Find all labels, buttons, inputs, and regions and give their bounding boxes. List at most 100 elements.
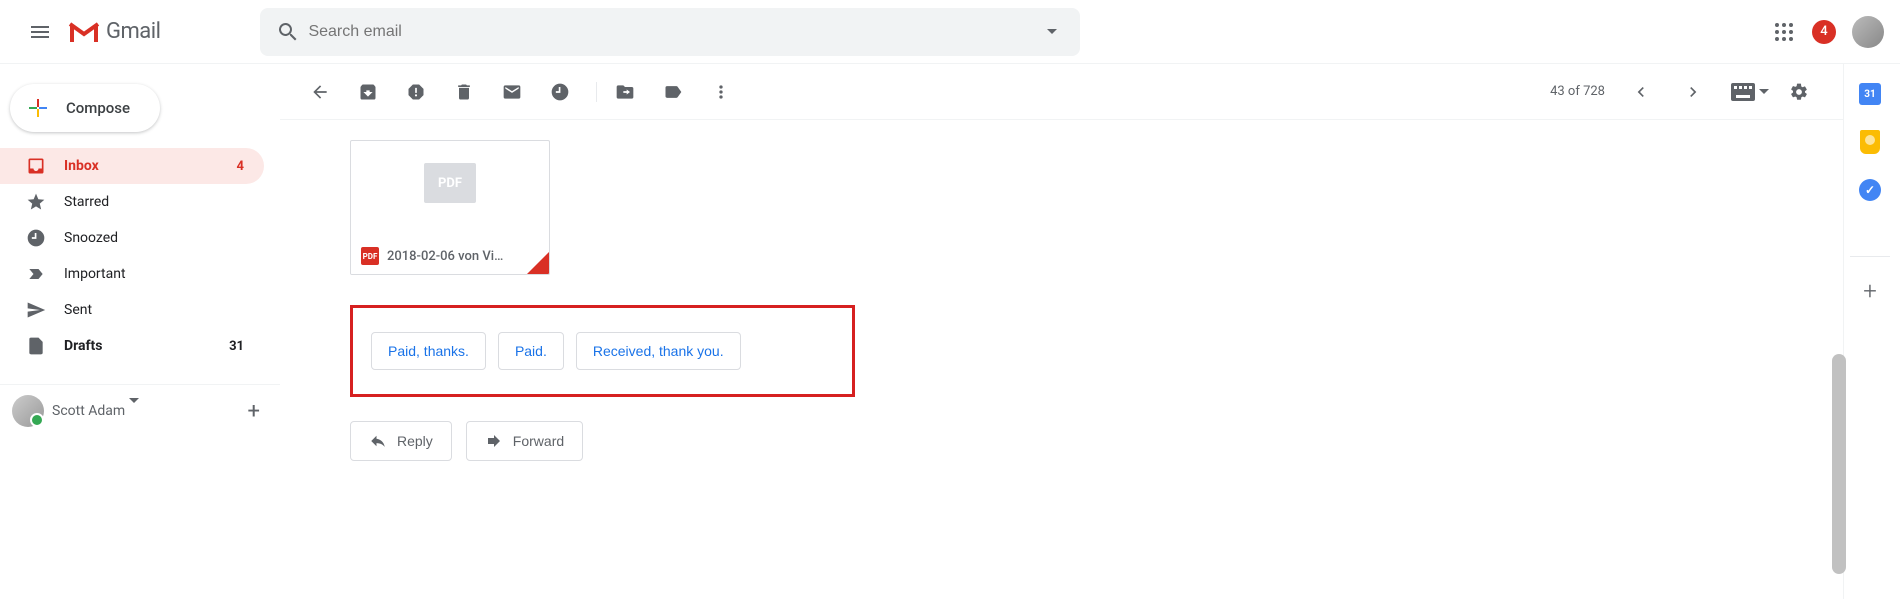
keyboard-icon: [1731, 83, 1755, 101]
main-content: 43 of 728 PDF PDF 2018-02-06 von Vi…: [280, 64, 1844, 599]
sidebar-item-sent[interactable]: Sent: [0, 292, 264, 328]
sidebar-item-label: Sent: [64, 302, 264, 318]
message-content: PDF PDF 2018-02-06 von Vi… Paid, thanks.…: [280, 120, 1843, 481]
search-options-button[interactable]: [1032, 12, 1072, 52]
tasks-app-button[interactable]: [1858, 178, 1882, 202]
sidebar: Compose Inbox 4 Starred Snoozed Importan…: [0, 64, 280, 599]
keep-app-button[interactable]: [1858, 130, 1882, 154]
pager-text: 43 of 728: [1550, 84, 1605, 99]
attachment-filename: 2018-02-06 von Vi…: [387, 249, 539, 264]
plus-icon: [26, 96, 50, 120]
delete-button[interactable]: [444, 72, 484, 112]
clock-icon: [550, 82, 570, 102]
sidebar-item-drafts[interactable]: Drafts 31: [0, 328, 264, 364]
sidebar-item-label: Snoozed: [64, 230, 264, 246]
pdf-icon: PDF: [361, 247, 379, 265]
sidebar-item-snoozed[interactable]: Snoozed: [0, 220, 264, 256]
google-apps-button[interactable]: [1772, 20, 1796, 44]
attachment-thumbnail: PDF: [424, 163, 476, 203]
apps-grid-icon: [1772, 20, 1796, 44]
gmail-logo[interactable]: Gmail: [68, 19, 160, 44]
more-button[interactable]: [701, 72, 741, 112]
body: Compose Inbox 4 Starred Snoozed Importan…: [0, 64, 1900, 599]
smart-reply-2[interactable]: Paid.: [498, 332, 564, 370]
sidebar-item-label: Inbox: [64, 158, 237, 174]
more-vert-icon: [711, 82, 731, 102]
forward-icon: [485, 432, 503, 450]
header: Gmail 4: [0, 0, 1900, 64]
attachment-card[interactable]: PDF PDF 2018-02-06 von Vi…: [350, 140, 550, 275]
hangouts-avatar[interactable]: [12, 395, 44, 427]
reply-icon: [369, 432, 387, 450]
hamburger-icon: [28, 20, 52, 44]
spam-button[interactable]: [396, 72, 436, 112]
archive-button[interactable]: [348, 72, 388, 112]
attachment-bar: PDF 2018-02-06 von Vi…: [351, 238, 549, 274]
header-right: 4: [1772, 16, 1884, 48]
scrollbar[interactable]: [1832, 354, 1846, 574]
gear-icon: [1789, 82, 1809, 102]
move-to-button[interactable]: [605, 72, 645, 112]
gmail-logo-icon: [68, 20, 100, 44]
forward-button[interactable]: Forward: [466, 421, 583, 461]
clock-icon: [26, 228, 46, 248]
sidebar-item-starred[interactable]: Starred: [0, 184, 264, 220]
smart-reply-section: Paid, thanks. Paid. Received, thank you.: [350, 305, 855, 397]
tasks-icon: [1859, 179, 1881, 201]
smart-reply-3[interactable]: Received, thank you.: [576, 332, 741, 370]
sidebar-item-important[interactable]: Important: [0, 256, 264, 292]
chevron-left-icon: [1631, 82, 1651, 102]
compose-label: Compose: [66, 99, 130, 117]
sidebar-item-label: Starred: [64, 194, 264, 210]
hangouts-section: Scott Adam +: [0, 384, 280, 437]
caret-down-icon[interactable]: [129, 403, 139, 419]
reply-label: Reply: [397, 433, 433, 449]
smart-reply-1[interactable]: Paid, thanks.: [371, 332, 486, 370]
toolbar-right: 43 of 728: [1550, 72, 1827, 112]
drafts-icon: [26, 336, 46, 356]
calendar-app-button[interactable]: 31: [1858, 82, 1882, 106]
older-button[interactable]: [1673, 72, 1713, 112]
notifications-badge[interactable]: 4: [1812, 20, 1836, 44]
sidebar-item-inbox[interactable]: Inbox 4: [0, 148, 264, 184]
mail-icon: [502, 82, 522, 102]
sidebar-item-label: Drafts: [64, 338, 229, 354]
search-bar[interactable]: [260, 8, 1080, 56]
message-actions: Reply Forward: [350, 421, 1773, 461]
forward-label: Forward: [513, 433, 564, 449]
search-icon[interactable]: [268, 12, 308, 52]
hangouts-new-button[interactable]: +: [248, 399, 260, 424]
snooze-button[interactable]: [540, 72, 580, 112]
input-tools-button[interactable]: [1725, 83, 1775, 101]
settings-button[interactable]: [1779, 72, 1819, 112]
search-input[interactable]: [308, 23, 1032, 41]
reply-button[interactable]: Reply: [350, 421, 452, 461]
arrow-back-icon: [310, 82, 330, 102]
mark-unread-button[interactable]: [492, 72, 532, 112]
star-icon: [26, 192, 46, 212]
keep-icon: [1860, 130, 1880, 154]
back-button[interactable]: [300, 72, 340, 112]
toolbar: 43 of 728: [280, 64, 1843, 120]
archive-icon: [358, 82, 378, 102]
report-spam-icon: [406, 82, 426, 102]
sidebar-item-count: 31: [229, 339, 244, 354]
labels-button[interactable]: [653, 72, 693, 112]
drive-corner-icon: [527, 252, 549, 274]
calendar-icon: 31: [1859, 83, 1881, 105]
caret-down-icon: [1047, 29, 1057, 34]
hangouts-username[interactable]: Scott Adam: [52, 403, 125, 419]
trash-icon: [454, 82, 474, 102]
add-addon-button[interactable]: +: [1850, 256, 1890, 305]
compose-button[interactable]: Compose: [10, 84, 160, 132]
chevron-right-icon: [1683, 82, 1703, 102]
sidebar-item-label: Important: [64, 266, 264, 282]
toolbar-separator: [596, 82, 597, 102]
caret-down-icon: [1759, 89, 1769, 94]
main-menu-button[interactable]: [16, 8, 64, 56]
label-icon: [663, 82, 683, 102]
newer-button[interactable]: [1621, 72, 1661, 112]
side-panel: 31 +: [1844, 64, 1900, 599]
account-avatar[interactable]: [1852, 16, 1884, 48]
folder-move-icon: [615, 82, 635, 102]
